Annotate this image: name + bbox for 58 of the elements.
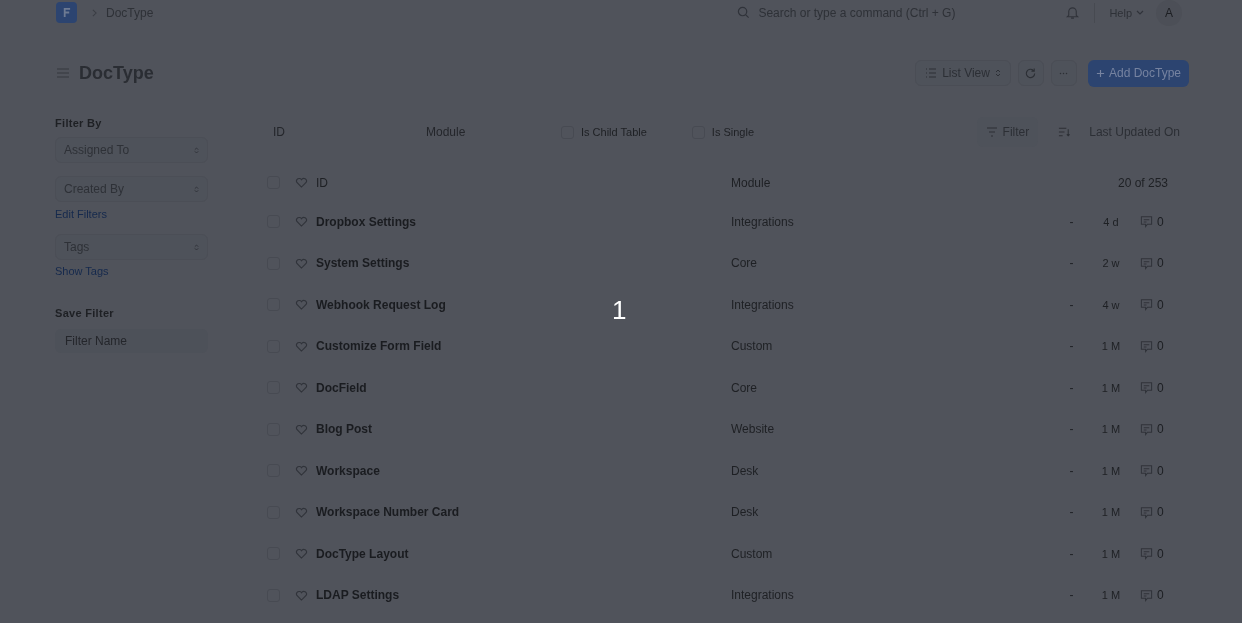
comment-icon xyxy=(1140,298,1153,312)
status-cell-text: - xyxy=(1068,546,1075,561)
comment-icon xyxy=(1140,256,1153,270)
add-doctype-button[interactable]: Add DocType xyxy=(1087,59,1189,87)
status-cell-text: - xyxy=(1068,422,1075,437)
heart-icon[interactable] xyxy=(295,423,308,435)
heart-icon[interactable] xyxy=(295,382,308,394)
heart-icon[interactable] xyxy=(295,257,308,269)
record-name-link[interactable]: Dropbox Settings xyxy=(316,214,416,229)
more-button[interactable] xyxy=(1050,60,1077,86)
record-name-link[interactable]: DocField xyxy=(316,380,367,395)
updown-icon xyxy=(994,68,1001,78)
comment-icon xyxy=(1140,505,1153,519)
heart-icon[interactable] xyxy=(295,589,308,601)
status-cell-text: - xyxy=(1068,463,1075,478)
status-cell-text: - xyxy=(1068,297,1075,312)
status-cell-text: - xyxy=(1068,256,1075,271)
status-cell-text: - xyxy=(1068,588,1075,603)
record-name-link[interactable]: Workspace xyxy=(316,463,380,478)
comment-icon xyxy=(1140,215,1153,229)
record-name-link[interactable]: Workspace Number Card xyxy=(316,505,460,520)
comment-icon xyxy=(1140,588,1153,602)
bell-icon[interactable] xyxy=(1065,5,1081,20)
heart-icon[interactable] xyxy=(295,340,308,352)
comment-icon xyxy=(1140,422,1153,436)
search-icon xyxy=(737,6,751,19)
refresh-button[interactable] xyxy=(1017,60,1044,86)
comment-icon xyxy=(1140,464,1153,478)
comment-icon xyxy=(1140,547,1153,561)
updown-icon xyxy=(194,184,199,194)
record-name-link[interactable]: DocType Layout xyxy=(316,546,409,561)
comment-icon xyxy=(1140,339,1153,353)
refresh-icon xyxy=(1024,66,1038,80)
status-cell-text: - xyxy=(1068,380,1075,395)
heart-icon[interactable] xyxy=(295,548,308,560)
heart-icon[interactable] xyxy=(295,216,308,228)
status-cell-text: - xyxy=(1068,339,1075,354)
status-cell-text: - xyxy=(1068,505,1075,520)
heart-icon[interactable] xyxy=(295,506,308,518)
edit-filters-link[interactable]: Edit Filters xyxy=(55,208,208,220)
status-cell-text: - xyxy=(1068,214,1075,229)
app-logo[interactable] xyxy=(56,2,77,23)
show-tags-link[interactable]: Show Tags xyxy=(55,265,208,277)
record-name-link[interactable]: Webhook Request Log xyxy=(316,297,446,312)
record-name-link[interactable]: Blog Post xyxy=(316,422,372,437)
updown-icon xyxy=(194,145,199,155)
step-number: 1 xyxy=(612,295,627,326)
record-name-link[interactable]: LDAP Settings xyxy=(316,588,400,603)
caret-icon xyxy=(1136,9,1144,16)
comment-icon xyxy=(1140,381,1153,395)
plus-icon xyxy=(1095,68,1105,78)
heart-icon[interactable] xyxy=(295,465,308,477)
sort-icon xyxy=(1058,127,1072,137)
updown-icon xyxy=(194,242,199,252)
record-name-link[interactable]: Customize Form Field xyxy=(316,339,442,354)
record-name-link[interactable]: System Settings xyxy=(316,256,410,271)
heart-icon[interactable] xyxy=(295,299,308,311)
heart-icon[interactable] xyxy=(295,177,308,188)
